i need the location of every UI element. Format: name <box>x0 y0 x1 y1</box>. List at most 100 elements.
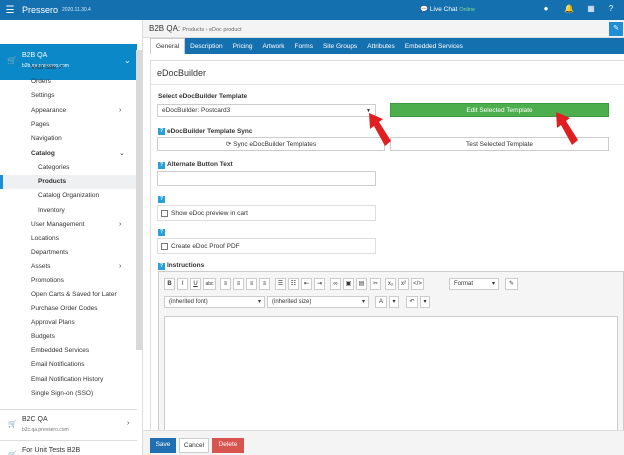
alternate-button-text-input[interactable] <box>157 171 376 186</box>
italic-button[interactable]: I <box>177 278 188 290</box>
underline-button[interactable]: U <box>190 278 201 290</box>
help-badge-icon[interactable]: ? <box>158 196 165 203</box>
subscript-icon[interactable]: x₂ <box>385 278 396 290</box>
tab-embedded-services[interactable]: Embedded Services <box>400 40 468 54</box>
sidebar-item-visit-site[interactable]: Visit Site ↗ <box>0 61 137 75</box>
sidebar-item-promotions[interactable]: Promotions <box>0 274 137 288</box>
instructions-text-area[interactable] <box>164 316 618 432</box>
outdent-icon[interactable]: ⇤ <box>301 278 312 290</box>
keyboard-icon[interactable]: ▦ <box>585 4 597 16</box>
sync-label: eDocBuilder Template Sync <box>167 128 253 135</box>
sidebar-item-locations[interactable]: Locations <box>0 232 137 246</box>
instructions-label: Instructions <box>167 262 205 269</box>
tab-forms[interactable]: Forms <box>290 40 318 54</box>
save-button[interactable]: Save <box>150 438 176 453</box>
live-chat-button[interactable]: 💬 Live Chat Online <box>420 5 475 13</box>
sidebar-item-budgets[interactable]: Budgets <box>0 330 137 344</box>
help-badge-icon[interactable]: ? <box>158 162 165 169</box>
sidebar-item-appearance[interactable]: Appearance › <box>0 104 137 118</box>
hamburger-icon[interactable]: ☰ <box>0 5 20 16</box>
sidebar: 🛒 B2B QA b2b.qa.pressero.com ⌄ Visit Sit… <box>0 20 143 455</box>
cancel-button[interactable]: Cancel <box>179 438 209 453</box>
code-view-icon[interactable]: </> <box>411 278 424 290</box>
page-title: B2B QA: <box>149 24 181 33</box>
align-right-icon[interactable]: ≡ <box>246 278 257 290</box>
help-badge-icon[interactable]: ? <box>158 229 165 236</box>
user-icon[interactable]: ● <box>540 4 552 16</box>
breadcrumb[interactable]: Products › eDoc product <box>182 27 241 33</box>
clear-format-icon[interactable]: ✎ <box>505 278 518 290</box>
dropdown-caret-icon: ▾ <box>361 299 365 305</box>
sync-templates-button[interactable]: ⟳ Sync eDocBuilder Templates <box>157 137 385 151</box>
strikethrough-button[interactable]: abc <box>203 278 216 290</box>
sidebar-item-assets[interactable]: Assets › <box>0 260 137 274</box>
tab-general[interactable]: General <box>150 38 186 54</box>
font-size-select[interactable]: (inherited size) ▾ <box>267 296 369 308</box>
tab-pricing[interactable]: Pricing <box>228 40 258 54</box>
alternate-button-text-label: Alternate Button Text <box>167 161 233 168</box>
numbered-list-icon[interactable]: ☷ <box>288 278 299 290</box>
notification-bell-icon[interactable]: 🔔 <box>563 4 575 16</box>
live-chat-label: Live Chat <box>429 6 458 13</box>
align-left-icon[interactable]: ≡ <box>220 278 231 290</box>
site-selector-unit-tests-b2b[interactable]: 🛒 For Unit Tests B2B <box>0 440 137 455</box>
sidebar-item-settings[interactable]: Settings <box>0 89 137 103</box>
top-bar: ☰ Pressero 2020.11.30.4 💬 Live Chat Onli… <box>0 0 624 20</box>
sidebar-item-navigation[interactable]: Navigation <box>0 132 137 146</box>
help-icon[interactable]: ? <box>605 4 617 16</box>
sidebar-item-catalog-organization[interactable]: Catalog Organization <box>0 189 137 203</box>
site-name: B2C QA <box>22 416 48 423</box>
text-color-dropdown-icon[interactable]: ▾ <box>389 296 399 308</box>
text-color-icon[interactable]: A <box>375 296 387 308</box>
sidebar-item-embedded-services[interactable]: Embedded Services <box>0 344 137 358</box>
site-selector-b2c-qa[interactable]: 🛒 B2C QA b2c.qa.pressero.com › <box>0 409 137 437</box>
bold-button[interactable]: B <box>164 278 175 290</box>
comment-icon[interactable]: ✎ <box>609 22 623 36</box>
history-dropdown-icon[interactable]: ▾ <box>420 296 430 308</box>
special-char-icon[interactable]: ✂ <box>370 278 381 290</box>
tab-attributes[interactable]: Attributes <box>362 40 399 54</box>
sidebar-item-email-notification-history[interactable]: Email Notification History <box>0 373 137 387</box>
show-preview-checkbox[interactable] <box>161 210 168 217</box>
cart-icon: 🛒 <box>8 421 17 428</box>
sidebar-item-sso[interactable]: Single Sign-on (SSO) <box>0 387 137 401</box>
indent-icon[interactable]: ⇥ <box>314 278 325 290</box>
font-family-select[interactable]: (inherited font) ▾ <box>164 296 265 308</box>
tab-description[interactable]: Description <box>185 40 228 54</box>
bullet-list-icon[interactable]: ☰ <box>275 278 286 290</box>
site-url: b2c.qa.pressero.com <box>22 427 69 433</box>
app-logo[interactable]: Pressero <box>22 5 58 15</box>
sidebar-item-purchase-order-codes[interactable]: Purchase Order Codes <box>0 302 137 316</box>
delete-button[interactable]: Delete <box>212 438 244 453</box>
align-center-icon[interactable]: ≡ <box>233 278 244 290</box>
instructions-editor: B I U abc ≡ ≡ ≡ ≡ ☰ ☷ ⇤ ⇥ ∞ ▣ ▤ ✂ x₂ x² … <box>158 271 624 432</box>
chat-icon: 💬 <box>420 6 429 13</box>
sidebar-item-approval-plans[interactable]: Approval Plans <box>0 316 137 330</box>
format-select[interactable]: Format ▾ <box>449 278 499 290</box>
sidebar-item-email-notifications[interactable]: Email Notifications <box>0 358 137 372</box>
sidebar-item-open-carts[interactable]: Open Carts & Saved for Later <box>0 288 137 302</box>
help-badge-icon[interactable]: ? <box>158 128 165 135</box>
template-select[interactable]: eDocBuilder: Postcard3 ▼ <box>157 104 376 117</box>
sidebar-scrollbar[interactable] <box>136 50 142 350</box>
chevron-right-icon: › <box>119 263 122 270</box>
file-icon[interactable]: ▤ <box>356 278 367 290</box>
sidebar-item-user-management[interactable]: User Management › <box>0 218 137 232</box>
sidebar-item-inventory[interactable]: Inventory <box>0 204 137 218</box>
superscript-icon[interactable]: x² <box>398 278 409 290</box>
proof-pdf-checkbox[interactable] <box>161 243 168 250</box>
select-template-label: Select eDocBuilder Template <box>158 93 248 100</box>
sidebar-item-pages[interactable]: Pages <box>0 118 137 132</box>
sidebar-item-catalog[interactable]: Catalog ⌄ <box>0 147 137 161</box>
align-justify-icon[interactable]: ≡ <box>259 278 270 290</box>
link-icon[interactable]: ∞ <box>330 278 341 290</box>
image-icon[interactable]: ▣ <box>343 278 354 290</box>
sidebar-item-categories[interactable]: Categories <box>0 161 137 175</box>
sidebar-item-orders[interactable]: Orders <box>0 75 137 89</box>
undo-icon[interactable]: ↶ <box>406 296 418 308</box>
tab-artwork[interactable]: Artwork <box>258 40 290 54</box>
sidebar-item-departments[interactable]: Departments <box>0 246 137 260</box>
tab-site-groups[interactable]: Site Groups <box>318 40 362 54</box>
help-badge-icon[interactable]: ? <box>158 263 165 270</box>
sidebar-item-products[interactable]: Products <box>0 175 137 189</box>
